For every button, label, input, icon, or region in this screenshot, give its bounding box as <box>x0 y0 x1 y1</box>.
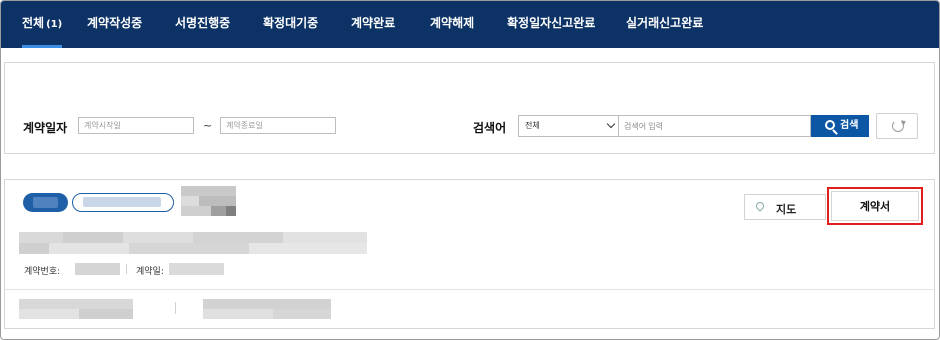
contract-document-button[interactable]: 계약서 <box>827 187 923 225</box>
keyword-input[interactable] <box>619 115 811 137</box>
tab-all-label: 전체 <box>22 16 45 30</box>
type-badge <box>72 193 174 212</box>
map-button[interactable]: 지도 <box>744 194 826 220</box>
search-button[interactable]: 검색 <box>811 115 869 137</box>
search-scope-select[interactable]: 전체 <box>518 115 619 137</box>
start-date-input[interactable] <box>78 117 194 134</box>
tab-terminated[interactable]: 계약해제 <box>430 1 474 48</box>
contract-number-label: 계약번호: <box>24 267 61 277</box>
range-separator: ~ <box>203 119 213 132</box>
party-divider <box>175 302 176 314</box>
refresh-icon <box>892 120 904 132</box>
redacted-party-2 <box>203 299 331 319</box>
contract-document-label: 계약서 <box>831 191 919 221</box>
status-badge <box>23 193 68 212</box>
redacted-contract-date <box>169 263 224 275</box>
tab-drafting[interactable]: 계약작성중 <box>87 1 142 48</box>
redacted-status <box>33 197 58 208</box>
search-scope-value: 전체 <box>525 121 540 130</box>
redacted-address <box>19 232 367 254</box>
tab-fixed-date-reported[interactable]: 확정일자신고완료 <box>507 1 595 48</box>
tab-pending-confirm[interactable]: 확정대기중 <box>263 1 318 48</box>
chevron-down-icon <box>606 119 616 129</box>
tab-transaction-reported[interactable]: 실거래신고완료 <box>626 1 703 48</box>
tab-completed[interactable]: 계약완료 <box>351 1 395 48</box>
map-button-label: 지도 <box>776 203 797 216</box>
tab-all-count: (1) <box>46 19 63 30</box>
map-pin-icon <box>754 200 766 212</box>
search-button-label: 검색 <box>840 120 859 131</box>
tab-all[interactable]: 전체 (1) <box>22 1 63 48</box>
tab-signing[interactable]: 서명진행중 <box>175 1 230 48</box>
status-tab-bar: 전체 (1) 계약작성중 서명진행중 확정대기중 계약완료 계약해제 확정일자신고… <box>1 1 939 48</box>
contract-card[interactable]: 계약번호: 계약일: 지도 계약서 <box>4 179 935 329</box>
app-frame: 전체 (1) 계약작성중 서명진행중 확정대기중 계약완료 계약해제 확정일자신고… <box>0 0 940 340</box>
date-range-label: 계약일자 <box>23 121 68 135</box>
redacted-party-1 <box>19 299 133 319</box>
card-divider <box>5 289 934 290</box>
keyword-label: 검색어 <box>473 121 507 135</box>
search-panel: 계약일자 ~ 검색어 전체 검색 <box>4 62 935 154</box>
redacted-contract-number <box>75 263 120 275</box>
contract-date-label: 계약일: <box>136 267 164 277</box>
meta-divider <box>126 264 127 274</box>
search-icon <box>825 120 835 130</box>
end-date-input[interactable] <box>220 117 336 134</box>
redacted-type <box>83 197 161 207</box>
reset-button[interactable] <box>876 113 918 139</box>
redacted-title <box>181 186 236 216</box>
